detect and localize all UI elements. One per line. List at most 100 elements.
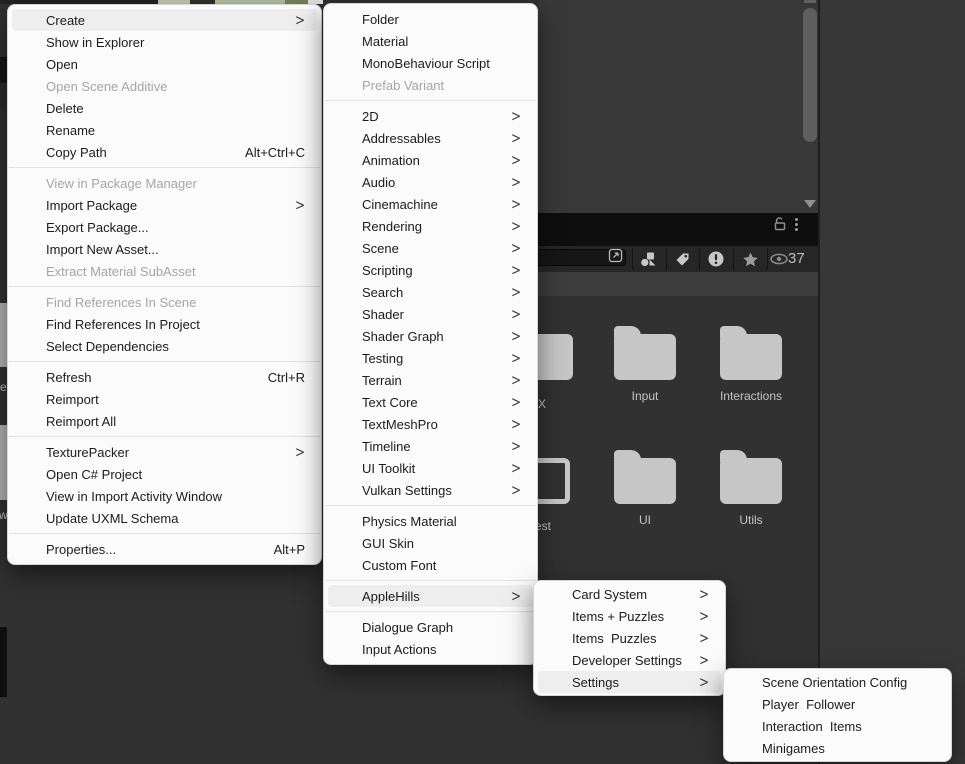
menu-item-timeline[interactable]: Timeline> [328,435,533,457]
menu-item-testing[interactable]: Testing> [328,347,533,369]
menu-item-physics-material[interactable]: Physics Material [328,510,533,532]
favorites-star-icon[interactable] [740,249,760,269]
scrollbar-down-arrow[interactable] [804,200,816,208]
menu-item-monobehaviour-script[interactable]: MonoBehaviour Script [328,52,533,74]
menu-item-reimport[interactable]: Reimport [12,388,317,410]
menu-item-select-dependencies[interactable]: Select Dependencies [12,335,317,357]
menu-item-2d[interactable]: 2D> [328,105,533,127]
menu-item-shader-graph[interactable]: Shader Graph> [328,325,533,347]
menu-item-properties[interactable]: Properties...Alt+P [12,538,317,560]
menu-item-items-puzzles[interactable]: Items + Puzzles> [538,605,721,627]
menu-item-create[interactable]: Create> [12,9,317,31]
menu-item-label: Addressables [362,131,441,146]
settings-submenu: Scene Orientation ConfigPlayer FollowerI… [723,668,952,762]
menu-item-extract-material-subasset: Extract Material SubAsset [12,260,317,282]
menu-item-update-uxml-schema[interactable]: Update UXML Schema [12,507,317,529]
menu-item-developer-settings[interactable]: Developer Settings> [538,649,721,671]
menu-item-open-c-project[interactable]: Open C# Project [12,463,317,485]
menu-item-scene[interactable]: Scene> [328,237,533,259]
kebab-menu-icon[interactable] [793,216,800,233]
menu-item-custom-font[interactable]: Custom Font [328,554,533,576]
menu-item-label: Show in Explorer [46,35,144,50]
menu-item-label: Properties... [46,542,116,557]
menu-item-label: Vulkan Settings [362,483,452,498]
menu-item-show-in-explorer[interactable]: Show in Explorer [12,31,317,53]
menu-item-label: Find References In Scene [46,295,196,310]
menu-item-label: Custom Font [362,558,436,573]
menu-item-texturepacker[interactable]: TexturePacker > [12,441,317,463]
menu-separator [9,286,320,287]
chevron-right-icon: > [511,483,521,498]
menu-item-cinemachine[interactable]: Cinemachine> [328,193,533,215]
menu-item-items-puzzles[interactable]: Items Puzzles> [538,627,721,649]
chevron-right-icon: > [511,175,521,190]
menu-item-label: Scene [362,241,399,256]
menu-item-settings[interactable]: Settings> [538,671,721,693]
menu-item-vulkan-settings[interactable]: Vulkan Settings > [328,479,533,501]
search-input[interactable] [534,249,626,266]
menu-item-refresh[interactable]: RefreshCtrl+R [12,366,317,388]
folder-utils[interactable]: Utils [691,444,811,536]
folder-label: Input [632,389,659,403]
menu-item-rendering[interactable]: Rendering> [328,215,533,237]
menu-item-label: Animation [362,153,420,168]
menu-item-textmeshpro[interactable]: TextMeshPro> [328,413,533,435]
menu-item-terrain[interactable]: Terrain> [328,369,533,391]
menu-item-label: Import Package [46,198,137,213]
menu-item-animation[interactable]: Animation> [328,149,533,171]
menu-item-delete[interactable]: Delete [12,97,317,119]
menu-item-player-follower[interactable]: Player Follower [728,693,947,715]
folder-ui[interactable]: UI [585,444,705,536]
menu-item-label: UI Toolkit [362,461,415,476]
menu-item-addressables[interactable]: Addressables> [328,127,533,149]
menu-item-find-references-in-project[interactable]: Find References In Project [12,313,317,335]
visibility-eye-icon[interactable] [769,249,789,269]
filter-by-label-icon[interactable] [672,249,692,269]
menu-item-copy-path[interactable]: Copy PathAlt+Ctrl+C [12,141,317,163]
hidden-packages-icon[interactable] [706,249,726,269]
menu-item-scripting[interactable]: Scripting> [328,259,533,281]
menu-item-minigames[interactable]: Minigames [728,737,947,759]
menu-item-scene-orientation-config[interactable]: Scene Orientation Config [728,671,947,693]
folder-input[interactable]: Input [585,320,705,412]
folder-icon [614,458,676,504]
chevron-right-icon: > [511,395,521,410]
menu-item-input-actions[interactable]: Input Actions [328,638,533,660]
menu-item-label: Select Dependencies [46,339,169,354]
menu-item-interaction-items[interactable]: Interaction Items [728,715,947,737]
folder-label: UI [639,513,651,527]
unlock-icon[interactable] [771,215,788,237]
filter-by-type-icon[interactable] [638,249,658,269]
menu-item-export-package[interactable]: Export Package... [12,216,317,238]
menu-item-text-core[interactable]: Text Core> [328,391,533,413]
menu-item-folder[interactable]: Folder [328,8,533,30]
menu-item-applehills[interactable]: AppleHills> [328,585,533,607]
expand-search-icon[interactable] [608,248,623,268]
chevron-right-icon: > [511,263,521,278]
menu-item-label: TexturePacker [46,445,129,460]
edge-band-gray [0,83,7,110]
menu-item-import-new-asset[interactable]: Import New Asset... [12,238,317,260]
scrollbar-thumb[interactable] [803,8,817,142]
edge-band-dark [0,57,7,83]
menu-item-open[interactable]: Open [12,53,317,75]
menu-item-dialogue-graph[interactable]: Dialogue Graph [328,616,533,638]
inspector-panel [820,0,965,764]
menu-item-material[interactable]: Material [328,30,533,52]
menu-item-search[interactable]: Search> [328,281,533,303]
menu-item-ui-toolkit[interactable]: UI Toolkit> [328,457,533,479]
menu-item-reimport-all[interactable]: Reimport All [12,410,317,432]
menu-item-card-system[interactable]: Card System> [538,583,721,605]
menu-item-view-in-import-activity-window[interactable]: View in Import Activity Window [12,485,317,507]
edge-band-black [0,627,7,697]
chevron-right-icon: > [295,445,305,460]
menu-item-shader[interactable]: Shader> [328,303,533,325]
menu-item-rename[interactable]: Rename [12,119,317,141]
menu-item-gui-skin[interactable]: GUI Skin [328,532,533,554]
folder-label: Interactions [720,389,782,403]
menu-item-audio[interactable]: Audio> [328,171,533,193]
menu-item-label: Search [362,285,403,300]
folder-interactions[interactable]: Interactions [691,320,811,412]
menu-item-import-package[interactable]: Import Package> [12,194,317,216]
chevron-right-icon: > [699,675,709,690]
